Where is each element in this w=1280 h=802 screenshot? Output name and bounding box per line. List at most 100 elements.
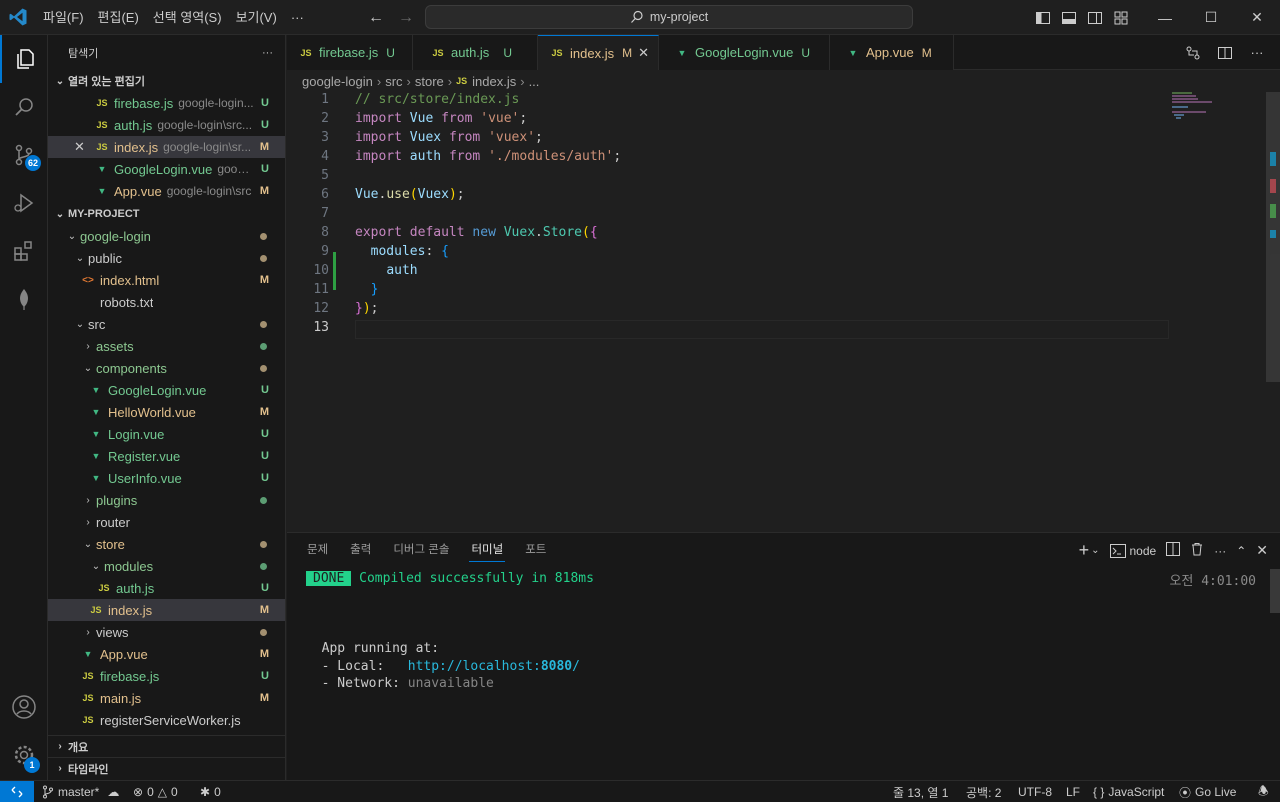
kill-terminal-trash-icon[interactable] [1190,542,1204,559]
command-center-search[interactable]: my-project [425,5,913,29]
problems-status[interactable]: ⊗ 0 △ 0 [133,781,178,802]
indentation[interactable]: 공백: 2 [966,781,1001,802]
remote-indicator-icon[interactable] [0,781,34,802]
tab-googlelogin-vue[interactable]: ▼ GoogleLogin.vue U [659,35,830,70]
open-editor-item[interactable]: JS auth.js google-login\src... U [48,114,285,136]
folder-modules[interactable]: ⌄ modules [48,555,285,577]
tab-terminal[interactable]: 터미널 [463,533,511,568]
more-actions-icon[interactable]: ··· [1214,544,1226,558]
tab-index-js[interactable]: JS index.js M ✕ [538,35,659,70]
chevron-down-icon[interactable]: ⌄ [1091,545,1099,556]
more-actions-icon[interactable]: ··· [1244,45,1270,60]
outline-header[interactable]: › 개요 [48,735,286,757]
folder-router[interactable]: › router [48,511,285,533]
open-editor-item[interactable]: ▼ GoogleLogin.vue googl... U [48,158,285,180]
search-view-icon[interactable] [0,83,48,131]
breadcrumb-item[interactable]: google-login [302,74,373,89]
terminal-shell-selector[interactable]: node [1109,543,1156,558]
mongodb-leaf-icon[interactable] [0,275,48,323]
tab-debug-console[interactable]: 디버그 콘솔 [385,533,457,568]
project-header[interactable]: ⌄ MY-PROJECT [48,203,285,225]
folder-assets[interactable]: › assets [48,335,285,357]
split-editor-icon[interactable] [1212,45,1238,61]
open-editor-item[interactable]: JS firebase.js google-login... U [48,92,285,114]
settings-gear-icon[interactable]: 1 [0,731,48,779]
customize-layout-icon[interactable] [1108,0,1134,35]
open-editor-item[interactable]: ▼ App.vue google-login\src M [48,180,285,202]
new-terminal-icon[interactable]: + [1079,540,1090,561]
notifications-bell-icon[interactable]: 🕭 [1258,781,1269,802]
cursor-position[interactable]: 줄 13, 열 1 [893,781,948,802]
explorer-more-actions[interactable]: ··· [262,47,273,59]
file-index-js[interactable]: JS index.js M [48,599,285,621]
breadcrumb-item[interactable]: index.js [472,74,516,89]
tab-auth-js[interactable]: JS auth.js U [413,35,538,70]
tab-firebase-js[interactable]: JS firebase.js U [287,35,413,70]
file-auth-js[interactable]: JS auth.js U [48,577,285,599]
menu-more[interactable]: ··· [284,0,311,35]
close-window-icon[interactable]: ✕ [1234,0,1280,35]
tab-output[interactable]: 출력 [342,533,379,568]
menu-edit[interactable]: 편집(E) [91,0,146,35]
toggle-secondary-sidebar-icon[interactable] [1082,0,1108,35]
menu-selection[interactable]: 선택 영역(S) [146,0,229,35]
split-terminal-icon[interactable] [1166,542,1181,559]
tab-problems[interactable]: 문제 [299,533,336,568]
file-helloworld-vue[interactable]: ▼ HelloWorld.vue M [48,401,285,423]
folder-src[interactable]: ⌄ src [48,313,285,335]
file-userinfo-vue[interactable]: ▼ UserInfo.vue U [48,467,285,489]
file-main-js[interactable]: JS main.js M [48,687,285,709]
file-app-vue[interactable]: ▼ App.vue M [48,643,285,665]
file-login-vue[interactable]: ▼ Login.vue U [48,423,285,445]
open-editors-header[interactable]: ⌄ 열려 있는 편집기 [48,70,285,92]
file-googlelogin-vue[interactable]: ▼ GoogleLogin.vue U [48,379,285,401]
folder-views[interactable]: › views [48,621,285,643]
tab-app-vue[interactable]: ▼ App.vue M [830,35,954,70]
folder-google-login[interactable]: ⌄ google-login [48,225,285,247]
forward-arrow-icon[interactable]: → [396,8,416,28]
back-arrow-icon[interactable]: ← [366,8,386,28]
minimap[interactable] [1167,92,1267,532]
go-live-button[interactable]: ⦿ Go Live [1179,781,1236,802]
breadcrumb-item[interactable]: ... [529,74,540,89]
close-panel-icon[interactable]: ✕ [1256,542,1268,559]
menu-file[interactable]: 파일(F) [36,0,91,35]
close-tab-icon[interactable]: ✕ [638,45,649,61]
language-mode[interactable]: { } JavaScript [1093,781,1164,802]
folder-components[interactable]: ⌄ components [48,357,285,379]
encoding[interactable]: UTF-8 [1018,781,1052,802]
local-port[interactable]: 8080 [541,659,572,674]
run-debug-icon[interactable] [0,179,48,227]
toggle-panel-icon[interactable] [1056,0,1082,35]
folder-plugins[interactable]: › plugins [48,489,285,511]
account-icon[interactable] [0,683,48,731]
maximize-window-icon[interactable]: ☐ [1188,0,1234,35]
toggle-primary-sidebar-icon[interactable] [1030,0,1056,35]
open-changes-icon[interactable] [1180,45,1206,61]
sync-cloud-icon[interactable]: ☁ [107,785,119,799]
breadcrumb-item[interactable]: store [415,74,444,89]
folder-public[interactable]: ⌄ public [48,247,285,269]
ports-status[interactable]: ✱ 0 [200,781,221,802]
close-editor-icon[interactable]: ✕ [74,139,94,155]
maximize-panel-icon[interactable]: ⌃ [1236,544,1246,558]
open-editor-item-active[interactable]: ✕ JS index.js google-login\sr... M [48,136,285,158]
local-url[interactable]: http://localhost: [408,659,541,674]
source-control-icon[interactable]: 62 [0,131,48,179]
terminal-scrollbar[interactable] [1270,569,1280,613]
extensions-icon[interactable] [0,227,48,275]
folder-store[interactable]: ⌄ store [48,533,285,555]
file-registerserviceworker-js[interactable]: JS registerServiceWorker.js [48,709,285,731]
minimize-window-icon[interactable]: — [1142,0,1188,35]
file-robots-txt[interactable]: robots.txt [48,291,285,313]
tab-ports[interactable]: 포트 [517,533,554,568]
timeline-header[interactable]: › 타임라인 [48,757,286,779]
explorer-icon[interactable] [0,35,48,83]
end-of-line[interactable]: LF [1066,781,1080,802]
file-firebase-js[interactable]: JS firebase.js U [48,665,285,687]
menu-view[interactable]: 보기(V) [229,0,284,35]
file-index-html[interactable]: <> index.html M [48,269,285,291]
terminal-output[interactable]: DONE Compiled successfully in 818ms App … [306,570,1266,693]
git-branch-status[interactable]: master* ☁ [42,781,119,802]
breadcrumb-item[interactable]: src [385,74,402,89]
